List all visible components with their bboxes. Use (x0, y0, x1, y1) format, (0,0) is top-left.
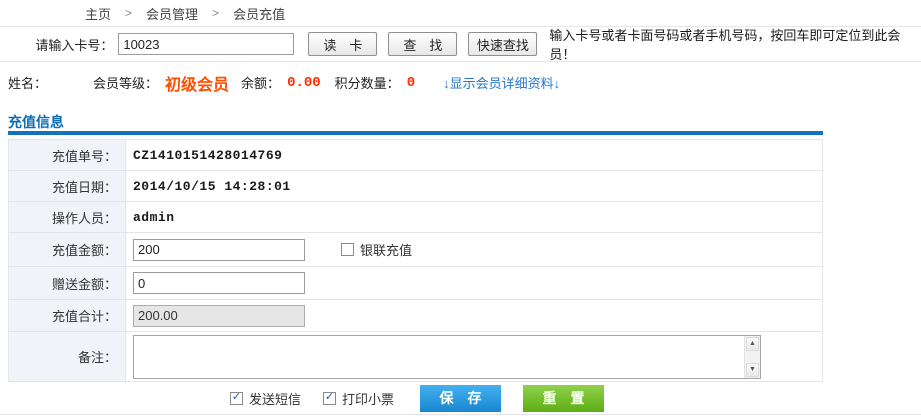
gift-amount-row: 赠送金额： (9, 267, 822, 300)
order-no-value: CZ1410151428014769 (133, 148, 282, 163)
card-number-input[interactable] (118, 33, 294, 55)
section-title: 充值信息 (8, 112, 921, 129)
remark-textarea-wrap: ▲ ▼ (133, 335, 761, 379)
gift-amount-input[interactable] (133, 272, 305, 294)
recharge-amount-row: 充值金额： 银联充值 (9, 233, 822, 267)
order-no-label: 充值单号： (9, 140, 126, 170)
remark-label: 备注： (9, 332, 126, 381)
send-sms-label: 发送短信 (249, 389, 301, 408)
check-icon: ✓ (325, 392, 334, 403)
member-level-label: 会员等级： (93, 73, 158, 92)
operator-value: admin (133, 210, 175, 225)
send-sms-checkbox[interactable]: ✓ (230, 392, 243, 405)
breadcrumb-member-management[interactable]: 会员管理 (146, 4, 198, 23)
balance-value: 0.00 (287, 75, 321, 91)
breadcrumb-separator: > (125, 6, 132, 20)
check-icon: ✓ (232, 392, 241, 403)
gift-amount-label: 赠送金额： (9, 267, 126, 299)
points-label: 积分数量： (335, 73, 400, 92)
quick-find-button[interactable]: 快速查找 (468, 32, 537, 56)
show-member-detail-link[interactable]: ↓显示会员详细资料↓ (443, 73, 560, 92)
member-name-label: 姓名： (8, 73, 47, 92)
scroll-up-icon[interactable]: ▲ (746, 337, 759, 351)
operator-label: 操作人员： (9, 202, 126, 232)
print-ticket-option[interactable]: ✓ 打印小票 (323, 389, 394, 408)
unionpay-option[interactable]: 银联充值 (341, 240, 412, 259)
card-search-bar: 请输入卡号： 读 卡 查 找 快速查找 输入卡号或者卡面号码或者手机号码，按回车… (0, 27, 921, 62)
reset-button[interactable]: 重 置 (523, 385, 604, 412)
print-ticket-checkbox[interactable]: ✓ (323, 392, 336, 405)
arrow-down-glyph: ▼ (749, 366, 756, 373)
find-button[interactable]: 查 找 (388, 32, 457, 56)
member-level-value: 初级会员 (165, 71, 229, 95)
recharge-total-label: 充值合计： (9, 300, 126, 331)
arrow-up-glyph: ▲ (749, 340, 756, 347)
recharge-total-row: 充值合计： (9, 300, 822, 332)
save-button[interactable]: 保 存 (420, 385, 501, 412)
breadcrumb-separator: > (212, 6, 219, 20)
unionpay-label: 银联充值 (360, 240, 412, 259)
breadcrumb: 主页 > 会员管理 > 会员充值 (0, 0, 921, 27)
member-info-bar: 姓名： 会员等级： 初级会员 余额： 0.00 积分数量： 0 ↓显示会员详细资… (0, 62, 921, 103)
recharge-amount-label: 充值金额： (9, 233, 126, 266)
recharge-date-label: 充值日期： (9, 171, 126, 201)
points-value: 0 (407, 75, 415, 91)
recharge-date-value: 2014/10/15 14:28:01 (133, 179, 291, 194)
print-ticket-label: 打印小票 (342, 389, 394, 408)
order-no-row: 充值单号： CZ1410151428014769 (9, 140, 822, 171)
unionpay-checkbox[interactable] (341, 243, 354, 256)
balance-label: 余额： (241, 73, 280, 92)
member-recharge-page: 主页 > 会员管理 > 会员充值 请输入卡号： 读 卡 查 找 快速查找 输入卡… (0, 0, 921, 419)
send-sms-option[interactable]: ✓ 发送短信 (230, 389, 301, 408)
remark-input[interactable] (134, 336, 744, 378)
section-divider (8, 131, 823, 135)
recharge-date-row: 充值日期： 2014/10/15 14:28:01 (9, 171, 822, 202)
recharge-form: 充值单号： CZ1410151428014769 充值日期： 2014/10/1… (8, 139, 823, 382)
card-number-label: 请输入卡号： (0, 35, 113, 54)
breadcrumb-member-recharge: 会员充值 (233, 4, 285, 23)
operator-row: 操作人员： admin (9, 202, 822, 233)
scroll-down-icon[interactable]: ▼ (746, 363, 759, 377)
breadcrumb-home[interactable]: 主页 (85, 4, 111, 23)
remark-row: 备注： ▲ ▼ (9, 332, 822, 382)
recharge-total-input (133, 305, 305, 327)
read-card-button[interactable]: 读 卡 (308, 32, 377, 56)
form-footer: ✓ 发送短信 ✓ 打印小票 保 存 重 置 (0, 382, 921, 415)
recharge-amount-input[interactable] (133, 239, 305, 261)
search-hint: 输入卡号或者卡面号码或者手机号码，按回车即可定位到此会员！ (549, 25, 921, 63)
textarea-scrollbar[interactable]: ▲ ▼ (744, 336, 760, 378)
